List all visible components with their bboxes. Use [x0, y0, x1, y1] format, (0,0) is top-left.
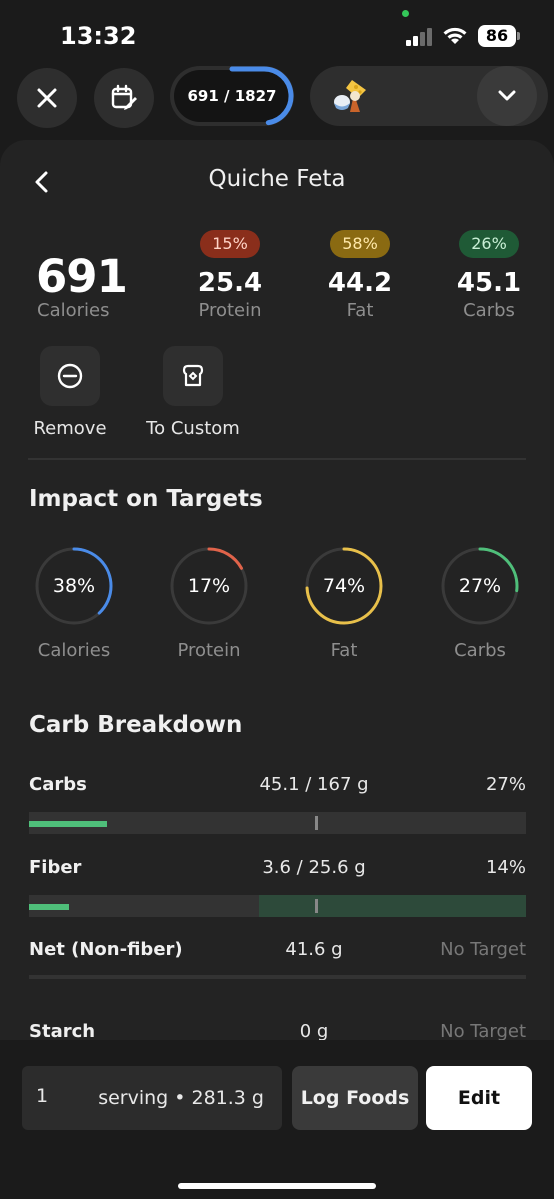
carbs-value: 45.1	[456, 268, 522, 298]
battery-indicator: 86	[478, 25, 520, 47]
to-custom-button-tile	[163, 346, 223, 406]
fat-label: Fat	[346, 300, 374, 321]
macro-carbs: 26% 45.1 Carbs	[444, 230, 534, 321]
chevron-down-icon	[498, 90, 516, 101]
remove-button[interactable]: Remove	[30, 346, 110, 439]
calories-label: Calories	[37, 300, 110, 321]
status-time: 13:32	[60, 22, 137, 50]
nutrient-progress-fill	[29, 904, 69, 910]
calendar-edit-icon	[111, 84, 137, 110]
impact-ring-protein: 17% Protein	[167, 544, 251, 661]
target-range-zone	[259, 895, 526, 917]
top-toolbar: 691 / 1827	[0, 66, 554, 130]
edit-date-button[interactable]	[94, 68, 154, 128]
calories-value: 691	[36, 250, 128, 303]
nutrient-progress-track	[29, 975, 526, 979]
fat-ring-label: Fat	[330, 640, 358, 661]
macro-fat: 58% 44.2 Fat	[315, 230, 405, 321]
fat-percent-badge: 58%	[330, 230, 390, 258]
serving-unit[interactable]: serving • 281.3 g	[98, 1066, 264, 1130]
remove-button-label: Remove	[33, 418, 107, 439]
nutrient-row-fiber[interactable]: Fiber 3.6 / 25.6 g 14%	[29, 857, 526, 927]
home-indicator	[178, 1183, 376, 1189]
status-bar: 13:32 86	[0, 0, 554, 64]
nutrient-amount: 45.1 / 167 g	[259, 774, 369, 795]
target-marker	[315, 899, 318, 913]
nutrient-progress-track	[29, 895, 526, 917]
close-icon	[37, 88, 57, 108]
food-selector-chevron[interactable]	[477, 66, 537, 126]
protein-value: 25.4	[197, 268, 263, 298]
nutrient-row-carbs[interactable]: Carbs 45.1 / 167 g 27%	[29, 774, 526, 844]
protein-ring-label: Protein	[177, 640, 241, 661]
calorie-progress-pill[interactable]: 691 / 1827	[170, 66, 294, 126]
page-title: Quiche Feta	[208, 166, 346, 192]
nutrient-progress-track	[29, 812, 526, 834]
macro-protein: 15% 25.4 Protein	[185, 230, 275, 321]
serving-input[interactable]: 1 serving • 281.3 g	[22, 1066, 282, 1130]
log-foods-button[interactable]: Log Foods	[292, 1066, 418, 1130]
nutrient-amount: 3.6 / 25.6 g	[262, 857, 366, 878]
protein-ring-percent: 17%	[187, 575, 231, 597]
close-button[interactable]	[17, 68, 77, 128]
wifi-icon	[443, 27, 467, 44]
minus-circle-icon	[57, 363, 83, 389]
bottom-action-bar: 1 serving • 281.3 g Log Foods Edit	[0, 1040, 554, 1199]
nutrient-target-status: No Target	[440, 939, 526, 960]
carb-breakdown-heading: Carb Breakdown	[29, 712, 243, 738]
nutrient-percent: 14%	[485, 857, 526, 878]
impact-heading: Impact on Targets	[29, 486, 263, 512]
carbs-ring-percent: 27%	[458, 575, 502, 597]
custom-food-icon	[182, 364, 204, 387]
remove-button-tile	[40, 346, 100, 406]
section-divider	[28, 458, 526, 460]
to-custom-button-label: To Custom	[146, 418, 240, 439]
edit-button[interactable]: Edit	[426, 1066, 532, 1130]
protein-percent-badge: 15%	[200, 230, 260, 258]
nutrient-target-status: No Target	[440, 1021, 526, 1042]
impact-ring-carbs: 27% Carbs	[438, 544, 522, 661]
calorie-progress-text: 691 / 1827	[187, 87, 277, 105]
calories-ring-percent: 38%	[52, 575, 96, 597]
nutrient-percent: 27%	[485, 774, 526, 795]
carbs-percent-badge: 26%	[459, 230, 519, 258]
calories-ring-label: Calories	[37, 640, 111, 661]
fat-ring-percent: 74%	[322, 575, 366, 597]
nutrient-row-net-carbs[interactable]: Net (Non-fiber) 41.6 g No Target	[29, 939, 526, 981]
impact-ring-fat: 74% Fat	[302, 544, 386, 661]
impact-ring-calories: 38% Calories	[32, 544, 116, 661]
to-custom-button[interactable]: To Custom	[143, 346, 243, 439]
cellular-signal-icon	[406, 28, 434, 46]
camera-indicator-icon	[402, 10, 409, 17]
carbs-label: Carbs	[463, 300, 515, 321]
food-selector[interactable]	[310, 66, 548, 126]
protein-label: Protein	[198, 300, 262, 321]
food-emoji-icon	[334, 80, 366, 112]
target-marker	[315, 816, 318, 830]
serving-quantity[interactable]: 1	[36, 1066, 48, 1126]
carbs-ring-label: Carbs	[454, 640, 506, 661]
fat-value: 44.2	[327, 268, 393, 298]
nutrient-progress-fill	[29, 821, 107, 827]
